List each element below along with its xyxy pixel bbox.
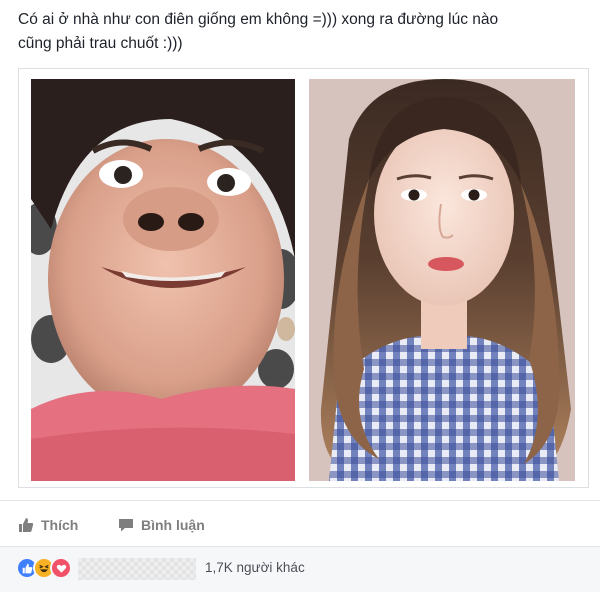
comment-button[interactable]: Bình luận: [118, 515, 205, 535]
reaction-icons[interactable]: [16, 557, 72, 579]
thumbs-up-icon: [18, 517, 34, 533]
post-text: Có ai ở nhà như con điên giống em không …: [18, 11, 499, 52]
like-button[interactable]: Thích: [18, 515, 78, 535]
censored-names-block: [78, 558, 196, 580]
comment-icon: [118, 517, 134, 533]
post-divider-top: [0, 500, 600, 501]
photo-funny-face[interactable]: [31, 79, 295, 481]
like-label: Thích: [41, 517, 79, 533]
post-divider-bottom: [0, 546, 600, 547]
reaction-count[interactable]: 1,7K người khác: [205, 560, 305, 575]
comment-label: Bình luận: [141, 517, 205, 533]
facebook-post: Có ai ở nhà như con điên giống em không …: [0, 0, 600, 592]
photo-dressed-up[interactable]: [309, 79, 575, 481]
love-icon: [50, 557, 72, 579]
